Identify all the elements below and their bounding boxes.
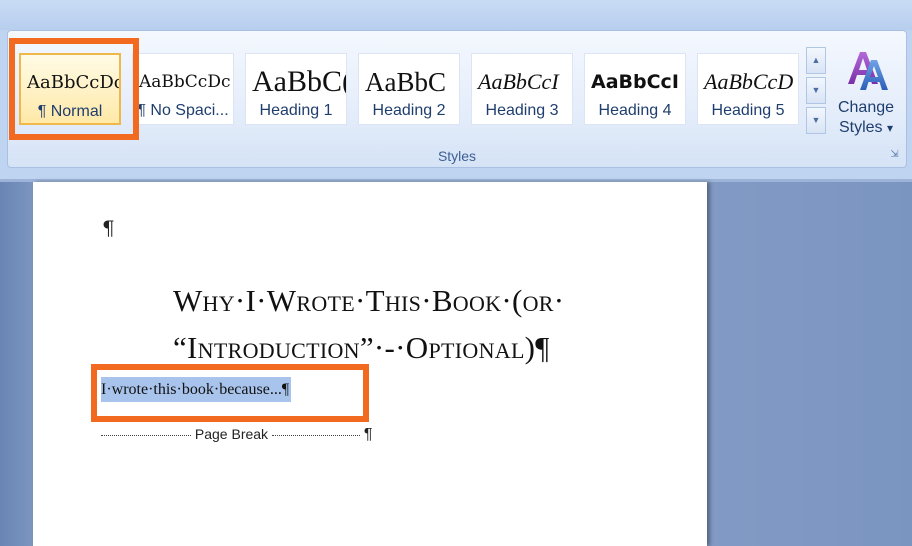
style-preview: AaBbCcDc [139,72,231,92]
change-styles-label-text: Styles [838,119,883,136]
styles-group: AaBbCcDc ¶ Normal AaBbCcDc ¶ No Spaci...… [7,30,907,168]
ribbon: AaBbCcDc ¶ Normal AaBbCcDc ¶ No Spaci...… [0,0,912,182]
page-break-dots-right [271,434,360,436]
gallery-scroll: ▲ ▼ ▼ [806,47,828,135]
style-heading-3[interactable]: AaBbCcI Heading 3 [471,53,573,125]
change-styles-button[interactable]: Change Styles ▾ [832,44,900,144]
change-styles-icon [848,52,888,90]
gallery-more-button[interactable]: ▼ [806,107,826,134]
style-preview: AaBbCcI [478,69,559,94]
paragraph-mark: ¶ [102,216,115,240]
page-break-mark: ¶ [363,426,373,443]
style-label: ¶ No Spaci... [137,102,229,119]
heading-line-1: Why·I·Wrote·This·Book·(or· [173,283,565,318]
style-label: Heading 5 [711,102,785,119]
style-preview: AaBbCcI [591,71,679,93]
page-break-dots-left [101,434,191,436]
style-label: Heading 4 [598,102,672,119]
style-heading-1[interactable]: AaBbC( Heading 1 [245,53,347,125]
chevron-up-icon: ▲ [811,55,821,65]
change-styles-label-line2: Styles ▾ [832,118,900,138]
quick-styles-gallery: AaBbCcDc ¶ Normal AaBbCcDc ¶ No Spaci...… [15,48,840,128]
style-no-spacing[interactable]: AaBbCcDc ¶ No Spaci... [132,53,234,125]
dialog-launcher-icon[interactable]: ⇲ [889,149,900,160]
chevron-down-icon: ▼ [811,85,821,95]
style-label: ¶ Normal [37,103,103,120]
style-label: Heading 2 [372,102,446,119]
gallery-scroll-down-button[interactable]: ▼ [806,77,826,104]
styles-group-label: Styles [437,148,477,164]
more-icon: ▼ [811,115,821,125]
page-break-label: Page Break [194,426,269,442]
change-styles-label: Change Styles ▾ [832,98,900,138]
change-styles-label-line1: Change [837,99,895,116]
selected-text[interactable]: I·wrote·this·book·because...¶ [101,377,292,402]
style-preview: AaBbC( [252,65,346,98]
style-label: Heading 1 [259,102,333,119]
style-normal[interactable]: AaBbCcDc ¶ Normal [19,53,121,125]
page-break: Page Break ¶ [101,426,381,446]
style-heading-4[interactable]: AaBbCcI Heading 4 [584,53,686,125]
gallery-scroll-up-button[interactable]: ▲ [806,47,826,74]
heading-line-2: “Introduction”·-·Optional)¶ [173,330,550,365]
style-preview: AaBbCcDc [27,72,119,93]
style-preview: AaBbC [365,67,446,97]
style-preview: AaBbCcD [704,69,794,94]
body-paragraph[interactable]: I·wrote·this·book·because...¶ [101,376,292,412]
style-heading-2[interactable]: AaBbC Heading 2 [358,53,460,125]
ribbon-tab-bar [0,0,912,30]
dropdown-arrow-icon: ▾ [887,121,894,135]
style-heading-5[interactable]: AaBbCcD Heading 5 [697,53,799,125]
style-label: Heading 3 [485,102,559,119]
